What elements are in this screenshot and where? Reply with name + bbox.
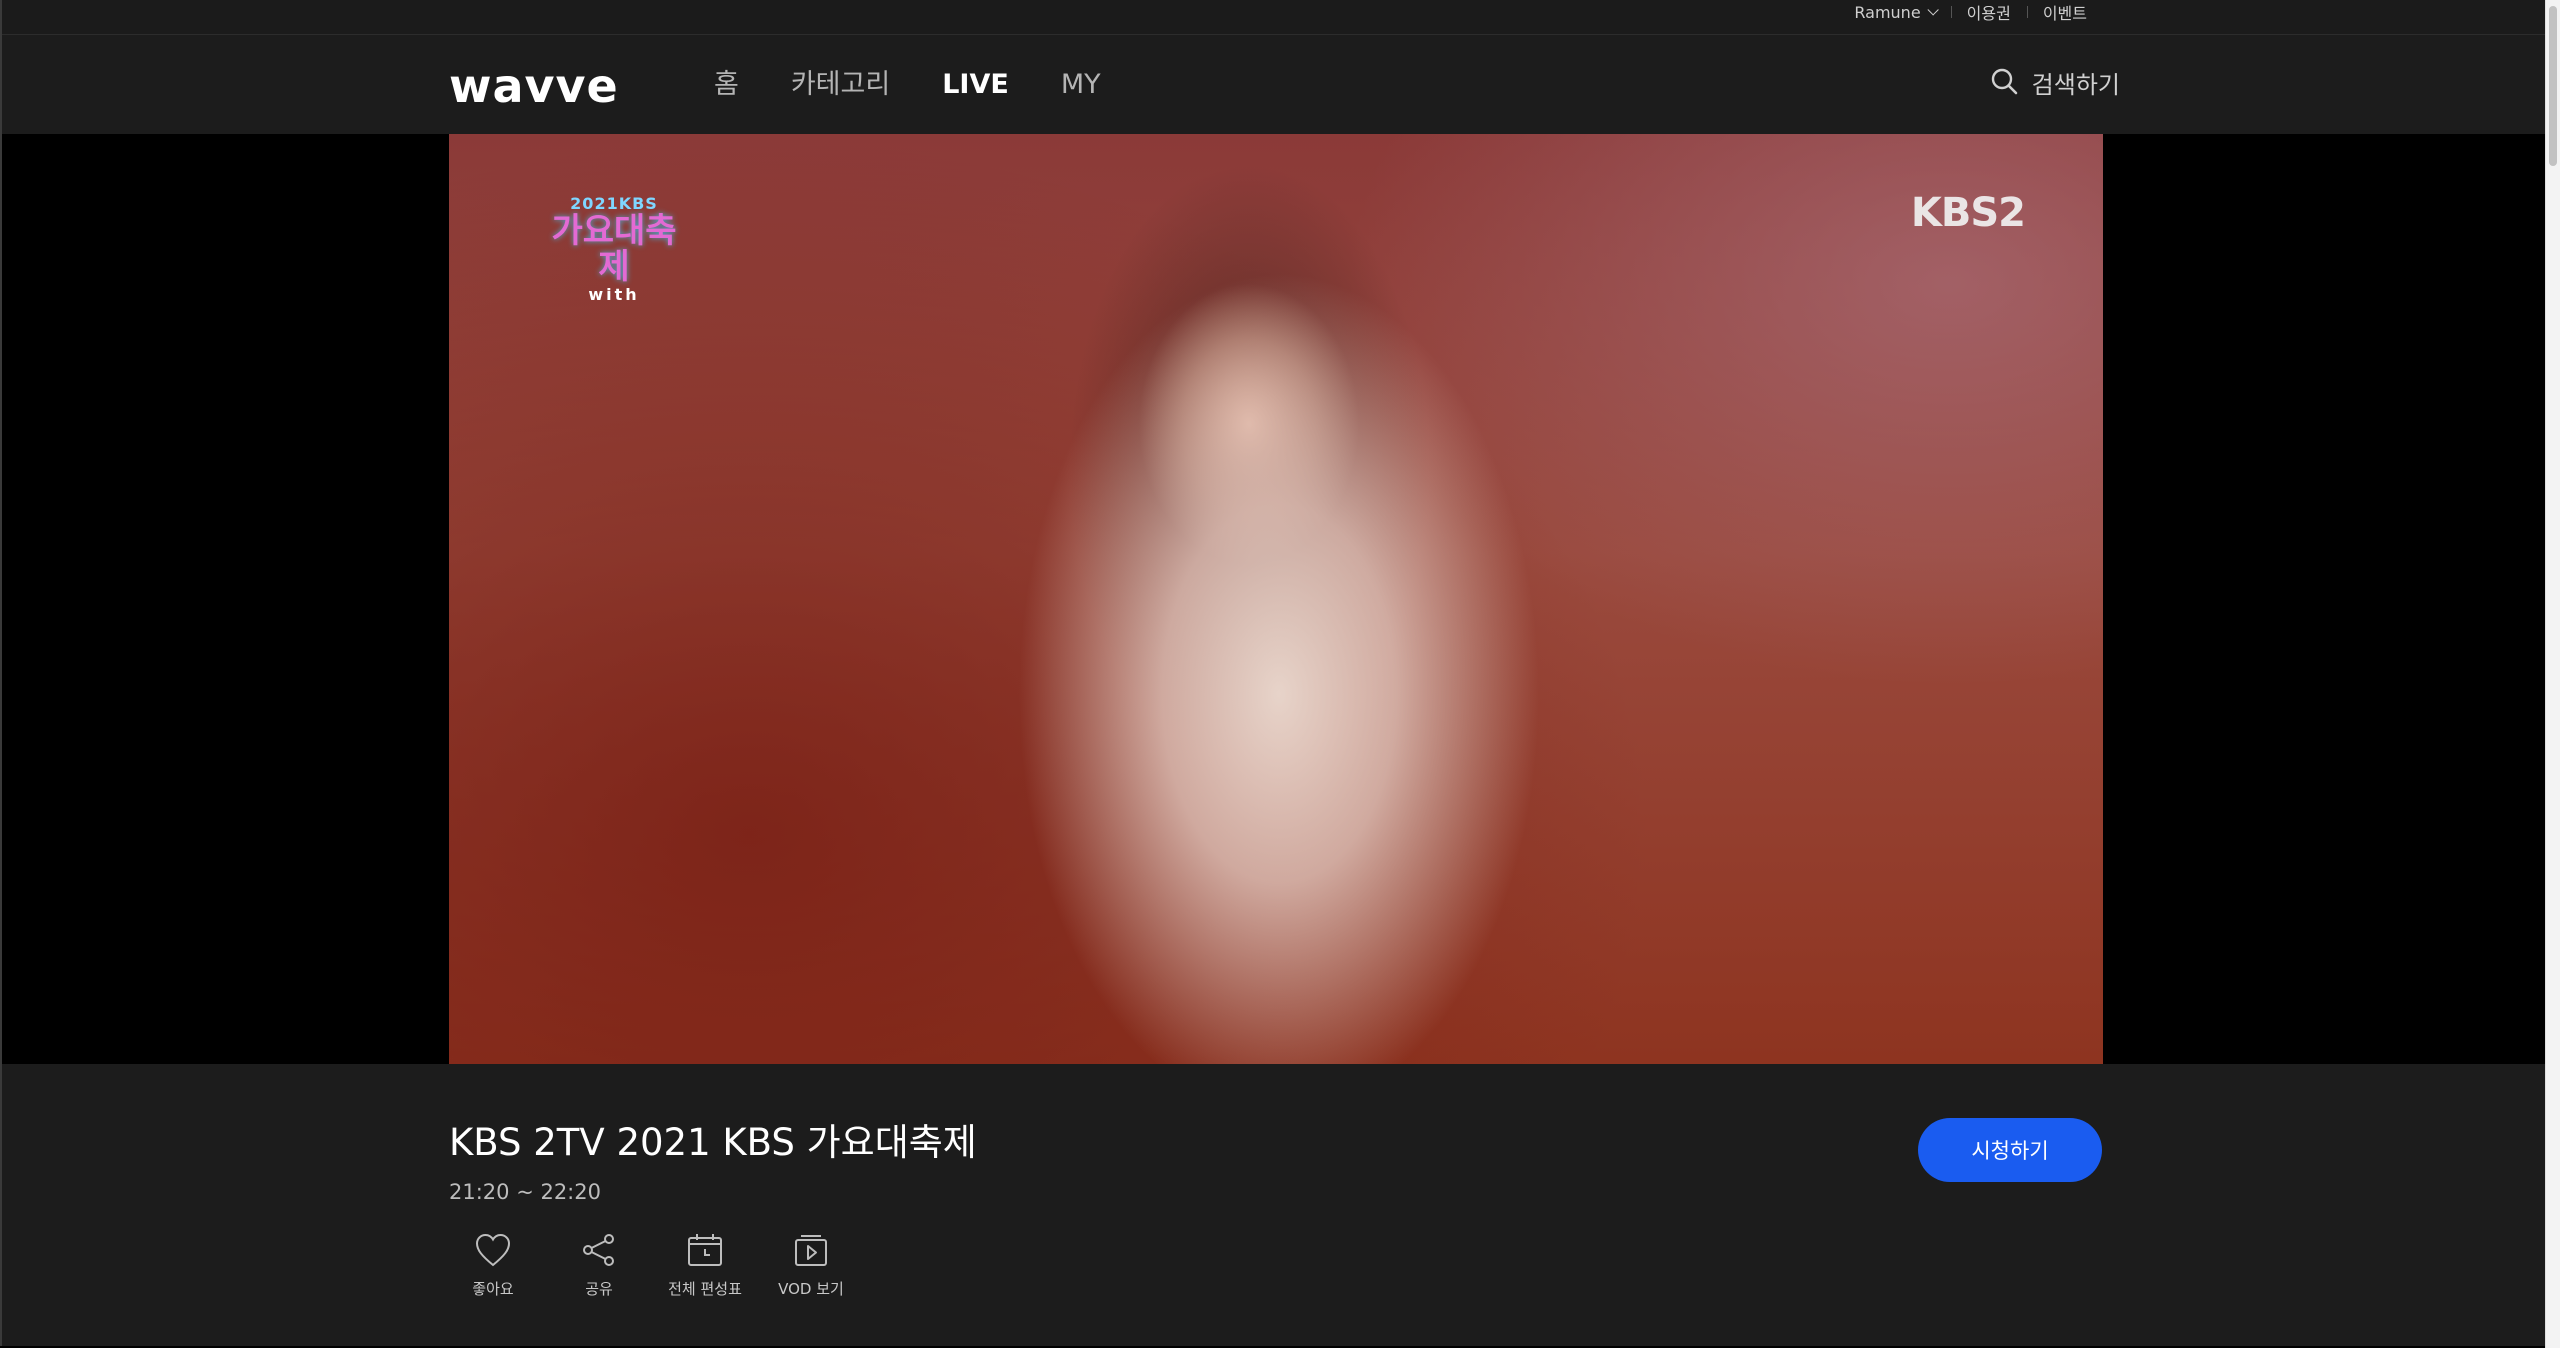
search-icon bbox=[1990, 67, 2018, 99]
event-label: 이벤트 bbox=[2042, 4, 2087, 23]
nav-item-home[interactable]: 홈 bbox=[714, 65, 739, 105]
player-area: 2021KBS 가요대축제 with KBS2 bbox=[2, 134, 2548, 1064]
action-bar: 좋아요 공유 전체 편성표 VOD 보기 bbox=[451, 1230, 853, 1299]
badge-sub: with bbox=[588, 285, 640, 304]
wavve-logo[interactable]: wavve bbox=[449, 59, 619, 113]
nav-item-category[interactable]: 카테고리 bbox=[791, 65, 890, 105]
nav-item-live[interactable]: LIVE bbox=[942, 65, 1009, 105]
pass-link[interactable]: 이용권 bbox=[1950, 0, 2027, 24]
schedule-label: 전체 편성표 bbox=[668, 1280, 742, 1298]
watch-button[interactable]: 시청하기 bbox=[1918, 1118, 2102, 1182]
nav-item-my[interactable]: MY bbox=[1061, 65, 1101, 105]
search-label: 검색하기 bbox=[2031, 71, 2120, 99]
vod-label: VOD 보기 bbox=[778, 1280, 844, 1298]
calendar-icon bbox=[686, 1230, 724, 1270]
profile-label: Ramune bbox=[1854, 2, 1921, 22]
nav-menu: 홈 카테고리 LIVE MY bbox=[714, 65, 1101, 105]
heart-icon bbox=[474, 1230, 512, 1270]
utility-bar: Ramune 이용권 이벤트 bbox=[2, 0, 2548, 35]
like-button[interactable]: 좋아요 bbox=[451, 1230, 535, 1299]
like-label: 좋아요 bbox=[472, 1280, 514, 1298]
program-logo-overlay: 2021KBS 가요대축제 with bbox=[544, 194, 684, 304]
app-window: Ramune 이용권 이벤트 wavve 홈 카테고리 LIVE MY 검색하기… bbox=[0, 0, 2548, 1346]
program-time: 21:20 ~ 22:20 bbox=[449, 1180, 601, 1204]
profile-dropdown[interactable]: Ramune bbox=[1838, 3, 1950, 22]
scrollbar-thumb[interactable] bbox=[2549, 6, 2557, 166]
live-video-player[interactable]: 2021KBS 가요대축제 with KBS2 bbox=[449, 134, 2103, 1064]
channel-logo: KBS2 bbox=[1910, 190, 2026, 236]
utility-menu: Ramune 이용권 이벤트 bbox=[1838, 0, 2103, 24]
search-button[interactable]: 검색하기 bbox=[1990, 65, 2120, 100]
share-icon bbox=[580, 1230, 618, 1270]
vod-button[interactable]: VOD 보기 bbox=[769, 1230, 853, 1299]
pass-label: 이용권 bbox=[1966, 4, 2011, 23]
badge-title: 가요대축제 bbox=[551, 211, 677, 287]
program-info: KBS 2TV 2021 KBS 가요대축제 21:20 ~ 22:20 bbox=[449, 1118, 977, 1204]
share-label: 공유 bbox=[585, 1280, 613, 1298]
scrollbar[interactable] bbox=[2545, 0, 2560, 1348]
schedule-button[interactable]: 전체 편성표 bbox=[663, 1230, 747, 1299]
program-title: KBS 2TV 2021 KBS 가요대축제 bbox=[449, 1121, 977, 1164]
vod-play-icon bbox=[792, 1230, 830, 1270]
event-link[interactable]: 이벤트 bbox=[2026, 0, 2103, 24]
share-button[interactable]: 공유 bbox=[557, 1230, 641, 1299]
main-nav: wavve 홈 카테고리 LIVE MY 검색하기 bbox=[2, 35, 2548, 133]
chevron-down-icon bbox=[1927, 4, 1939, 16]
